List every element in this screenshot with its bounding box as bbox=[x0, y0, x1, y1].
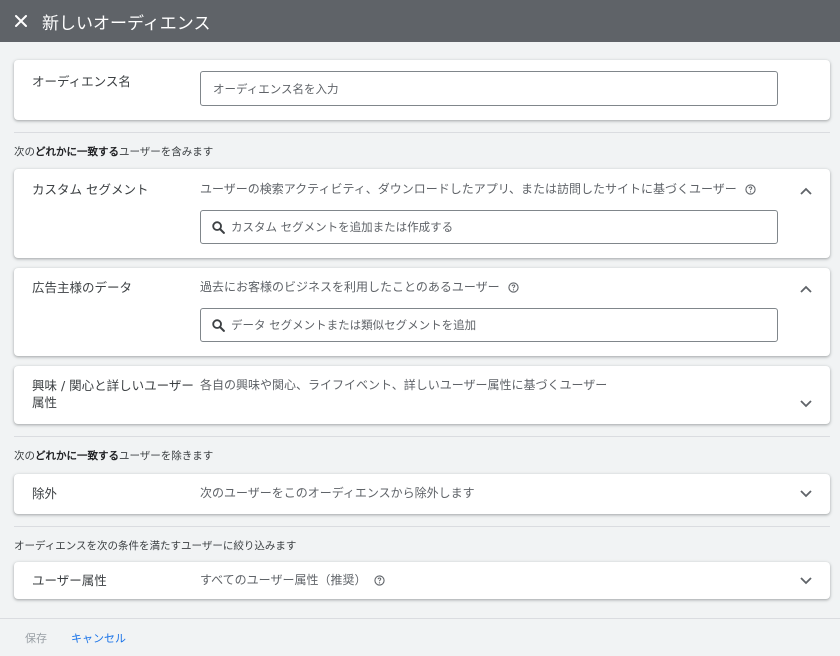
close-icon[interactable] bbox=[12, 12, 30, 30]
search-icon bbox=[212, 318, 225, 332]
chevron-down-icon[interactable] bbox=[798, 396, 814, 412]
help-icon[interactable] bbox=[508, 282, 519, 293]
demographics-label: ユーザー属性 bbox=[32, 573, 107, 588]
chevron-up-icon[interactable] bbox=[798, 183, 814, 199]
exclusion-label: 除外 bbox=[32, 486, 58, 501]
advertiser-data-search-input[interactable] bbox=[231, 318, 777, 332]
help-icon[interactable] bbox=[374, 575, 386, 586]
dialog-title: 新しいオーディエンス bbox=[42, 13, 211, 34]
include-section-label: 次のどれかに一致するユーザーを含みます bbox=[14, 146, 214, 158]
audience-name-input[interactable] bbox=[213, 81, 777, 96]
interests-card[interactable]: 興味 / 関心と詳しいユーザー 属性 各自の興味や関心、ライフイベント、詳しいユー… bbox=[14, 366, 830, 424]
custom-segment-search-box bbox=[200, 210, 778, 244]
demographics-card[interactable]: ユーザー属性 すべてのユーザー属性（推奨） bbox=[14, 562, 830, 599]
custom-segment-card: カスタム セグメント ユーザーの検索アクティビティ、ダウンロードしたアプリ、また… bbox=[14, 169, 830, 258]
demographics-description: すべてのユーザー属性（推奨） bbox=[200, 572, 386, 589]
custom-segment-label: カスタム セグメント bbox=[32, 182, 149, 197]
interests-description: 各自の興味や関心、ライフイベント、詳しいユーザー属性に基づくユーザー bbox=[200, 378, 608, 392]
search-icon bbox=[212, 220, 225, 234]
audience-name-field-wrapper bbox=[200, 71, 778, 106]
dialog-footer: 保存 キャンセル bbox=[0, 618, 840, 656]
dialog-header: 新しいオーディエンス bbox=[0, 0, 840, 42]
chevron-up-icon[interactable] bbox=[798, 281, 814, 297]
custom-segment-description: ユーザーの検索アクティビティ、ダウンロードしたアプリ、または訪問したサイトに基づ… bbox=[200, 181, 756, 198]
audience-name-label: オーディエンス名 bbox=[32, 74, 131, 89]
help-icon[interactable] bbox=[745, 184, 756, 195]
audience-name-card: オーディエンス名 bbox=[14, 60, 830, 120]
interests-label: 興味 / 関心と詳しいユーザー 属性 bbox=[32, 378, 194, 410]
exclusion-description: 次のユーザーをこのオーディエンスから除外します bbox=[200, 486, 475, 500]
advertiser-data-label: 広告主様のデータ bbox=[32, 280, 133, 295]
divider bbox=[14, 436, 830, 437]
advertiser-data-description: 過去にお客様のビジネスを利用したことのあるユーザー bbox=[200, 279, 519, 296]
exclude-section-label: 次のどれかに一致するユーザーを除きます bbox=[14, 450, 214, 462]
divider bbox=[14, 526, 830, 527]
chevron-down-icon[interactable] bbox=[798, 573, 814, 589]
save-button[interactable]: 保存 bbox=[25, 630, 47, 646]
divider bbox=[14, 132, 830, 133]
custom-segment-search-input[interactable] bbox=[231, 220, 777, 234]
cancel-button[interactable]: キャンセル bbox=[71, 630, 126, 646]
chevron-down-icon[interactable] bbox=[798, 486, 814, 502]
advertiser-data-search-box bbox=[200, 308, 778, 342]
advertiser-data-card: 広告主様のデータ 過去にお客様のビジネスを利用したことのあるユーザー bbox=[14, 268, 830, 356]
exclusion-card[interactable]: 除外 次のユーザーをこのオーディエンスから除外します bbox=[14, 474, 830, 514]
narrow-section-label: オーディエンスを次の条件を満たすユーザーに絞り込みます bbox=[14, 540, 297, 552]
